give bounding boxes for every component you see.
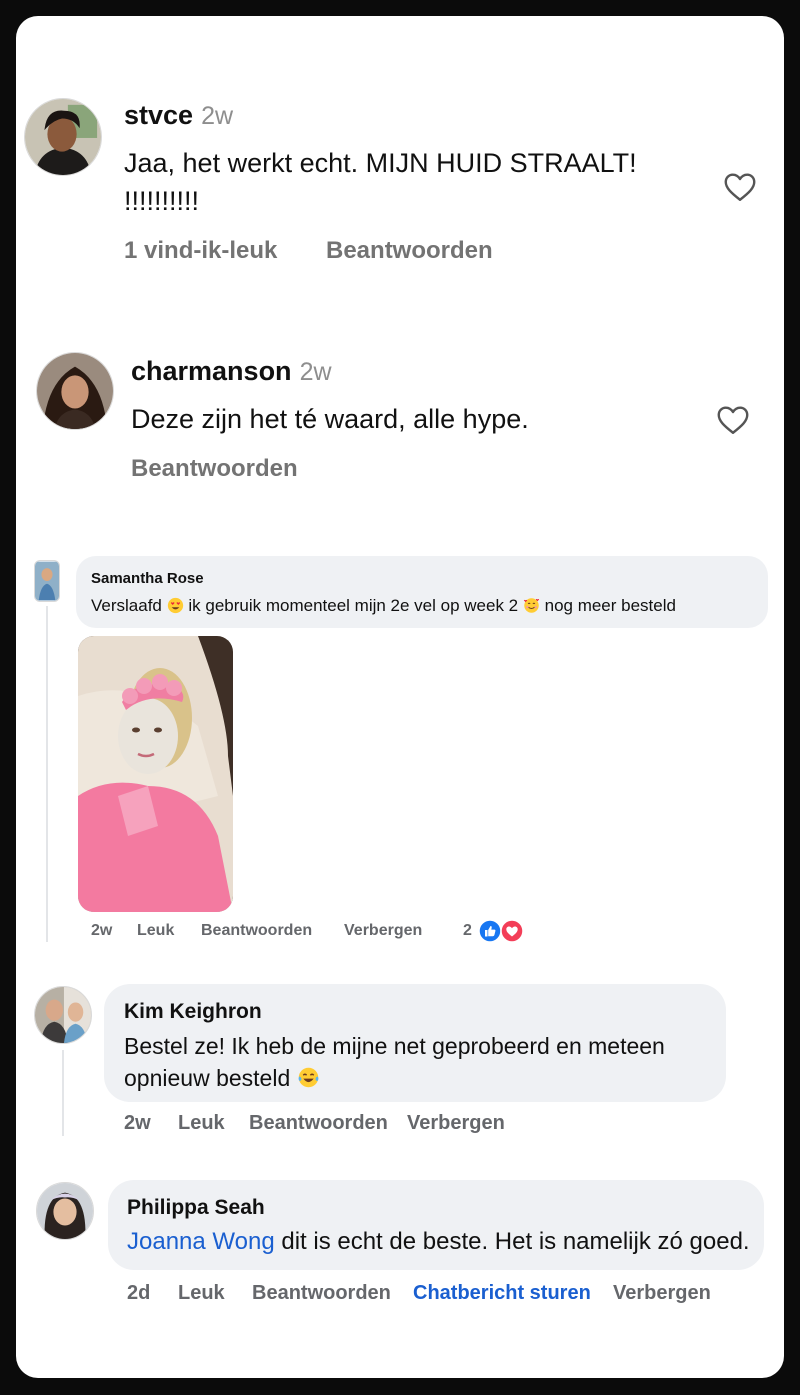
hide-button[interactable]: Verbergen [407, 1112, 505, 1135]
like-button[interactable]: Leuk [137, 922, 174, 940]
tears-of-joy-emoji-icon [298, 1068, 319, 1088]
comment-timestamp: 2w [201, 102, 234, 130]
comment-username[interactable]: stvce [124, 100, 193, 130]
mention-link[interactable]: Joanna Wong [127, 1228, 275, 1255]
comment-text: Deze zijn het té waard, alle hype. [131, 404, 529, 434]
reply-button[interactable]: Beantwoorden [252, 1282, 391, 1305]
reply-button[interactable]: Beantwoorden [201, 922, 312, 940]
commenter-name[interactable]: Philippa Seah [127, 1196, 265, 1220]
avatar-kim-keighron[interactable] [34, 986, 92, 1044]
comments-card: stvce 2w Jaa, het werkt echt. MIJN HUID S… [16, 16, 784, 1378]
like-button[interactable]: Leuk [178, 1282, 225, 1305]
comment-timestamp: 2w [299, 358, 332, 386]
comment-text: Bestel ze! Ik heb de mijne net geprobeer… [124, 1033, 665, 1091]
comment-text: Joanna Wong dit is echt de beste. Het is… [127, 1228, 750, 1255]
comment-text: Verslaafd ik gebruik momenteel mijn 2e v… [91, 596, 676, 615]
heart-outline-icon[interactable] [722, 169, 758, 205]
reply-button[interactable]: Beantwoorden [131, 455, 298, 483]
avatar-charmanson[interactable] [36, 352, 114, 430]
reply-button[interactable]: Beantwoorden [326, 237, 493, 265]
comment-bubble: Philippa Seah Joanna Wong dit is echt de… [108, 1180, 764, 1270]
thread-line [46, 606, 48, 942]
avatar-samantha-rose[interactable] [34, 560, 60, 602]
heart-eyes-emoji-icon [167, 597, 183, 613]
reply-button[interactable]: Beantwoorden [249, 1112, 388, 1135]
comment-timestamp: 2w [124, 1112, 151, 1134]
comment-bubble: Samantha Rose Verslaafd ik gebruik momen… [76, 556, 768, 628]
like-count[interactable]: 1 vind-ik-leuk [124, 237, 277, 265]
thread-line [62, 1050, 64, 1136]
commenter-name[interactable]: Kim Keighron [124, 1000, 262, 1024]
commenter-name[interactable]: Samantha Rose [91, 570, 204, 587]
comment-bubble: Kim Keighron Bestel ze! Ik heb de mijne … [104, 984, 726, 1102]
like-reaction-icon [478, 919, 502, 943]
avatar-philippa-seah[interactable] [36, 1182, 94, 1240]
comment-username[interactable]: charmanson [131, 356, 292, 386]
attached-photo[interactable] [78, 636, 233, 912]
heart-outline-icon[interactable] [715, 402, 751, 438]
avatar-stvce[interactable] [24, 98, 102, 176]
love-reaction-icon [500, 919, 524, 943]
like-button[interactable]: Leuk [178, 1112, 225, 1135]
comment-timestamp: 2d [127, 1282, 151, 1304]
reaction-count[interactable]: 2 [463, 922, 472, 940]
hide-button[interactable]: Verbergen [344, 922, 422, 940]
comment-timestamp: 2w [91, 922, 113, 939]
send-message-button[interactable]: Chatbericht sturen [413, 1282, 591, 1305]
smiling-face-with-hearts-emoji-icon [523, 597, 540, 613]
hide-button[interactable]: Verbergen [613, 1282, 711, 1305]
comment-text: Jaa, het werkt echt. MIJN HUID STRAALT! … [124, 148, 637, 216]
